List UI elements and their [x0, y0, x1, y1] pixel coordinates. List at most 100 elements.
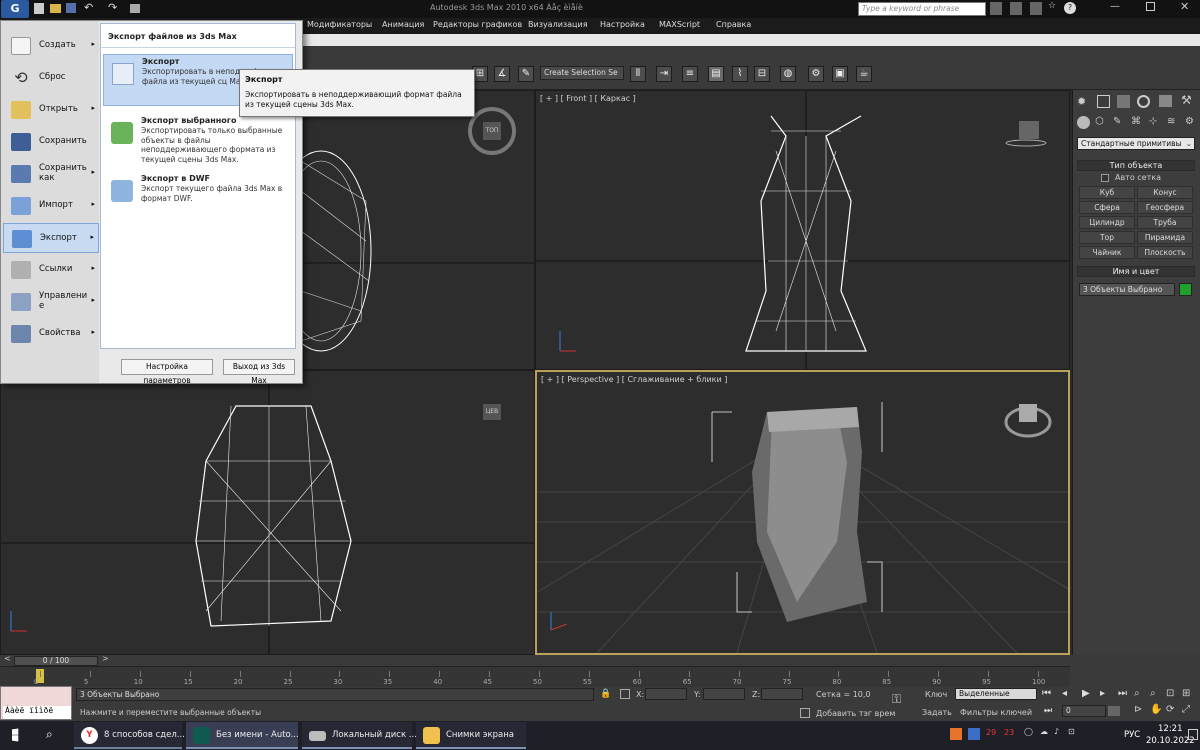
teapot-button[interactable]: Чайник [1079, 246, 1135, 259]
tray-cloud-icon[interactable]: ☁ [1040, 727, 1048, 736]
spacewarps-icon[interactable]: ≋ [1167, 116, 1175, 127]
x-coordinate-field[interactable] [645, 688, 687, 700]
menu-modifiers[interactable]: Модификаторы [307, 20, 372, 29]
viewport-left[interactable]: ЦЕВ [0, 370, 535, 655]
new-file-icon[interactable] [34, 3, 44, 14]
menu-graph-editors[interactable]: Редакторы графиков [433, 20, 522, 29]
utilities-tab-icon[interactable]: ⚒ [1181, 93, 1192, 107]
shapes-icon[interactable]: ⬡ [1095, 116, 1104, 127]
key-mode-toggle-icon[interactable]: ⏭ [1044, 706, 1052, 716]
object-name-field[interactable]: 3 Объекты Выбрано [1079, 283, 1175, 296]
play-icon[interactable]: ▶ [1082, 688, 1090, 699]
subscription-icon[interactable] [1010, 2, 1022, 15]
motion-tab-icon[interactable] [1137, 95, 1150, 108]
graphite-tools-icon[interactable]: ▤ [708, 66, 724, 82]
help-icon[interactable]: ? [1064, 2, 1076, 14]
prev-frame-icon[interactable]: ◂ [1062, 688, 1067, 699]
cone-button[interactable]: Конус [1137, 186, 1193, 199]
track-bar[interactable]: 0 5 10 15 20 25 30 35 40 45 50 55 60 65 70 75 80 85 90 95 10… [0, 667, 1070, 687]
modify-tab-icon[interactable] [1097, 95, 1110, 108]
zoom-extents-all-icon[interactable]: ⊞ [1182, 688, 1190, 699]
display-tab-icon[interactable] [1159, 95, 1172, 107]
render-setup-icon[interactable]: ⚙ [808, 66, 824, 82]
view-cube-top[interactable]: ТОП [483, 122, 501, 140]
name-color-rollout-header[interactable]: Имя и цвет [1077, 266, 1195, 277]
app-menu-new[interactable]: Создать ▸ [3, 31, 99, 61]
app-menu-save[interactable]: Сохранить [3, 127, 99, 157]
plane-button[interactable]: Плоскость [1137, 246, 1193, 259]
next-frame-icon[interactable]: ▸ [1100, 688, 1105, 699]
view-cube-front[interactable] [1019, 121, 1039, 139]
save-file-icon[interactable] [66, 3, 76, 13]
tray-chat-icon[interactable]: ◯ [1024, 727, 1033, 736]
mirror-icon[interactable]: ⫴ [630, 66, 646, 82]
app-menu-properties[interactable]: Свойства ▸ [3, 319, 99, 349]
options-button[interactable]: Настройка параметров [121, 359, 213, 385]
box-button[interactable]: Куб [1079, 186, 1135, 199]
app-menu-export[interactable]: Экспорт ▸ [3, 223, 99, 253]
goto-end-icon[interactable]: ⏭ [1118, 688, 1127, 699]
network-icon[interactable]: ⊡ [1068, 727, 1075, 736]
set-key-button[interactable]: Задать [922, 708, 952, 717]
current-frame-field[interactable]: 0 [1062, 705, 1106, 717]
zoom-all-icon[interactable]: ⌕ [1150, 688, 1156, 699]
menu-rendering[interactable]: Визуализация [528, 20, 588, 29]
maximize-viewport-icon[interactable]: ⤢ [1182, 704, 1190, 715]
add-time-tag[interactable]: Добавить тэг врем [816, 709, 895, 718]
absolute-mode-icon[interactable] [620, 689, 630, 699]
maxscript-input[interactable]: Áàèë ïîìðë [3, 706, 71, 719]
lights-icon[interactable]: ✎ [1113, 116, 1121, 127]
view-cube-perspective[interactable] [1019, 404, 1037, 422]
selection-set-dropdown[interactable]: Create Selection Se [540, 66, 624, 80]
layer-manager-icon[interactable]: ≡ [682, 66, 698, 82]
project-folder-icon[interactable] [130, 4, 140, 13]
time-slider[interactable]: 0 / 100 [14, 656, 98, 666]
field-of-view-icon[interactable]: ⊳ [1134, 704, 1142, 715]
app-menu-open[interactable]: Открыть ▸ [3, 95, 99, 125]
systems-icon[interactable]: ⚙ [1185, 116, 1194, 127]
viewport-perspective[interactable]: [ + ] [ Perspective ] [ Сглаживание + бл… [535, 370, 1070, 655]
close-icon[interactable]: ✕ [1180, 0, 1189, 13]
search-input[interactable]: Type a keyword or phrase [858, 2, 986, 16]
torus-button[interactable]: Тор [1079, 231, 1135, 244]
key-icon[interactable]: ⚿ [892, 692, 901, 707]
search-icon[interactable]: ⌕ [46, 727, 53, 742]
viewport-front[interactable]: [ + ] [ Front ] [ Каркас ] [535, 90, 1070, 370]
angle-snap-icon[interactable]: ∡ [494, 66, 510, 82]
view-cube-left[interactable]: ЦЕВ [483, 404, 501, 420]
redo-icon[interactable]: ↷ [108, 1, 117, 14]
menu-help[interactable]: Справка [716, 20, 751, 29]
clock-time[interactable]: 12:21 [1158, 724, 1183, 734]
language-indicator[interactable]: РУС [1124, 730, 1140, 740]
key-filters-button[interactable]: Фильтры ключей [960, 708, 1032, 717]
object-category-dropdown[interactable]: Стандартные примитивы ⌄ [1077, 137, 1195, 150]
lock-selection-icon[interactable]: 🔒 [600, 689, 611, 699]
object-color-swatch[interactable] [1179, 283, 1192, 296]
open-file-icon[interactable] [50, 4, 61, 13]
time-prev-icon[interactable]: < [4, 654, 11, 663]
task-screenshots[interactable]: Снимки экрана [416, 722, 526, 749]
rendered-frame-icon[interactable]: ▣ [832, 66, 848, 82]
zoom-extents-icon[interactable]: ⊡ [1166, 688, 1174, 699]
edit-named-selection-icon[interactable]: ✎ [518, 66, 534, 82]
minimize-icon[interactable]: — [1110, 1, 1120, 12]
geometry-icon[interactable] [1077, 116, 1090, 129]
undo-icon[interactable]: ↶ [84, 1, 93, 14]
schematic-view-icon[interactable]: ⊟ [754, 66, 770, 82]
z-coordinate-field[interactable] [761, 688, 803, 700]
y-coordinate-field[interactable] [703, 688, 745, 700]
app-menu-manage[interactable]: Управлени е ▸ [3, 287, 99, 317]
tray-app2-icon[interactable] [968, 728, 980, 740]
auto-key-button[interactable]: Ключ [925, 690, 947, 699]
key-mode-dropdown[interactable]: Выделенные [955, 688, 1037, 700]
volume-icon[interactable]: ♪ [1054, 727, 1059, 736]
app-menu-save-as[interactable]: Сохранить как ▸ [3, 159, 99, 189]
create-tab-icon[interactable]: ✹ [1077, 95, 1086, 108]
menu-maxscript[interactable]: MAXScript [659, 20, 700, 29]
align-icon[interactable]: ⇥ [656, 66, 672, 82]
goto-start-icon[interactable]: ⏮ [1042, 688, 1051, 699]
object-type-rollout-header[interactable]: Тип объекта [1077, 160, 1195, 171]
curve-editor-icon[interactable]: ⌇ [732, 66, 748, 82]
notifications-icon[interactable] [1188, 729, 1198, 740]
pan-icon[interactable]: ✋ [1150, 704, 1162, 715]
